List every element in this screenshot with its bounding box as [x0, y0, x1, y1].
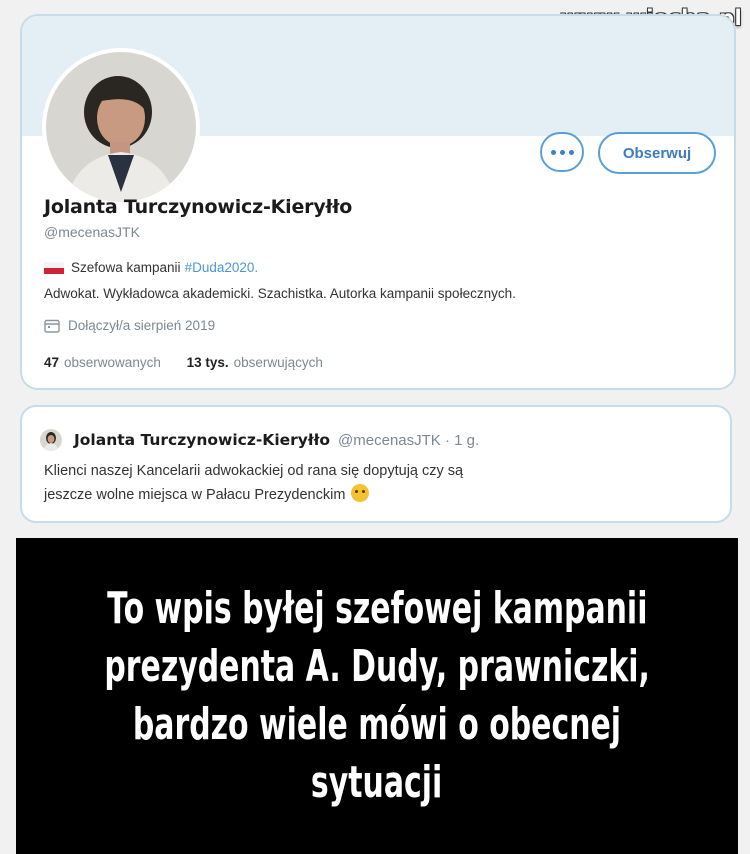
calendar-icon	[44, 319, 60, 333]
profile-bio: Szefowa kampanii #Duda2020.	[44, 260, 258, 275]
profile-handle: @mecenasJTK	[44, 224, 140, 240]
tweet-line: jeszcze wolne miejsca w Pałacu Prezydenc…	[44, 483, 704, 507]
bio-description: Adwokat. Wykładowca akademicki. Szachist…	[44, 286, 516, 301]
tweet-meta: @mecenasJTK · 1 g.	[338, 431, 480, 449]
tweet-header: Jolanta Turczynowicz-Kieryłło @mecenasJT…	[40, 429, 479, 451]
profile-stats: 47 obserwowanych 13 tys. obserwujących	[44, 355, 323, 370]
more-options-button[interactable]	[540, 132, 584, 172]
tweet-card[interactable]: Jolanta Turczynowicz-Kieryłło @mecenasJT…	[20, 405, 732, 523]
caption-line: sytuacji	[311, 757, 443, 808]
profile-card: Obserwuj Jolanta Turczynowicz-Kieryłło @…	[20, 14, 736, 390]
tweet-avatar[interactable]	[40, 429, 62, 451]
followers-count: 13 tys.	[186, 355, 229, 370]
tweet-author-name[interactable]: Jolanta Turczynowicz-Kieryłło	[74, 431, 330, 449]
hashtag-link[interactable]: #Duda2020.	[185, 260, 259, 275]
joined-date: Dołączył/a sierpień 2019	[44, 318, 215, 333]
following-label: obserwowanych	[64, 355, 161, 370]
following-count: 47	[44, 355, 60, 370]
winking-face-icon	[351, 484, 370, 502]
caption-line: To wpis byłej szefowej kampanii	[106, 583, 648, 634]
profile-avatar[interactable]	[42, 48, 200, 206]
tweet-text: Klienci naszej Kancelarii adwokackiej od…	[44, 459, 704, 507]
followers-link[interactable]: 13 tys. obserwujących	[187, 355, 323, 370]
caption-line: prezydenta A. Dudy, prawniczki,	[104, 641, 650, 692]
caption-box: To wpis byłej szefowej kampanii prezyden…	[16, 538, 738, 854]
follow-button[interactable]: Obserwuj	[598, 132, 716, 174]
poland-flag-icon	[44, 261, 64, 274]
tweet-line: Klienci naszej Kancelarii adwokackiej od…	[44, 463, 464, 479]
followers-label: obserwujących	[233, 355, 323, 370]
following-link[interactable]: 47 obserwowanych	[44, 355, 161, 370]
bio-text: Szefowa kampanii	[71, 260, 181, 275]
profile-display-name: Jolanta Turczynowicz-Kieryłło	[44, 196, 353, 218]
tweet-line-text: jeszcze wolne miejsca w Pałacu Prezydenc…	[44, 487, 346, 503]
more-icon	[550, 149, 556, 155]
joined-text: Dołączył/a sierpień 2019	[68, 318, 216, 333]
caption-line: bardzo wiele mówi o obecnej	[132, 699, 622, 750]
